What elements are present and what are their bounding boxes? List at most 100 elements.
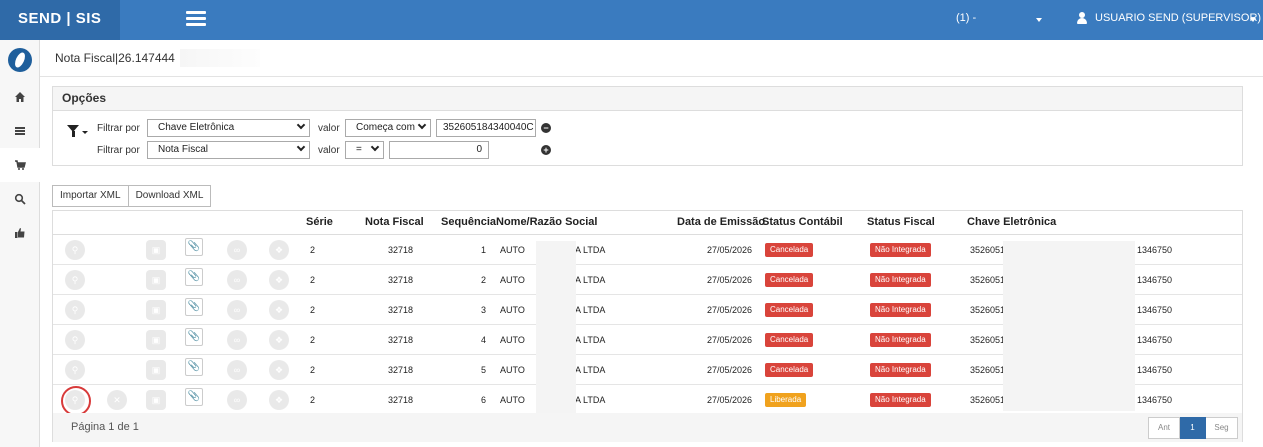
nota-cell: 32718 [387, 245, 413, 255]
serie-cell: 2 [310, 305, 316, 315]
view-details-icon[interactable]: ⚲ [65, 330, 85, 350]
attachment-icon[interactable]: 📎 [185, 388, 203, 406]
link-icon[interactable]: ∞ [227, 240, 247, 260]
chevron-down-icon [370, 142, 380, 152]
view-details-icon[interactable]: ⚲ [65, 300, 85, 320]
print-icon[interactable]: ▣ [146, 360, 166, 380]
column-header[interactable]: Nota Fiscal [365, 216, 424, 228]
link-icon[interactable]: ∞ [227, 300, 247, 320]
column-header[interactable]: Status Contábil [762, 216, 843, 228]
caret-down-icon[interactable] [1036, 18, 1042, 22]
status-fiscal-badge: Não Integrada [870, 363, 931, 377]
column-header[interactable]: Chave Eletrônica [967, 216, 1056, 228]
filter-value-input-2[interactable]: 0 [389, 141, 489, 159]
filter-icon[interactable] [67, 125, 88, 139]
highlight-circle [61, 386, 91, 416]
date-cell: 27/05/2026 [706, 365, 752, 375]
name-cell-end: A LTDA [575, 245, 606, 255]
attachment-icon[interactable]: 📎 [185, 328, 203, 346]
column-header[interactable]: Sequência [441, 216, 496, 228]
brand-logo[interactable]: SEND | SIS [0, 0, 120, 40]
status-fiscal-badge: Não Integrada [870, 273, 931, 287]
print-icon[interactable]: ▣ [146, 240, 166, 260]
serie-cell: 2 [310, 365, 316, 375]
link-icon[interactable]: ∞ [227, 360, 247, 380]
filter-value-input-1[interactable]: 352605184340040C [436, 119, 536, 137]
status-contabil-badge: Cancelada [765, 303, 814, 317]
page-info: Página 1 de 1 [71, 421, 139, 433]
serie-cell: 2 [310, 275, 316, 285]
view-details-icon[interactable]: ⚲ [65, 270, 85, 290]
chevron-down-icon [296, 120, 306, 130]
date-cell: 27/05/2026 [706, 335, 752, 345]
attachment-icon[interactable]: 📎 [185, 238, 203, 256]
column-header[interactable]: Série [306, 216, 333, 228]
view-details-icon[interactable]: ⚲ [65, 240, 85, 260]
column-header[interactable]: Data de Emissão [677, 216, 765, 228]
home-icon[interactable] [0, 80, 40, 114]
sidebar [0, 40, 40, 447]
cart-icon[interactable] [0, 148, 40, 182]
link-icon[interactable]: ∞ [227, 390, 247, 410]
sequence-cell: 5 [480, 365, 486, 375]
page-title: Nota Fiscal|26.147444 [55, 51, 175, 65]
date-cell: 27/05/2026 [706, 245, 752, 255]
serie-cell: 2 [310, 335, 316, 345]
link-icon[interactable]: ∞ [227, 330, 247, 350]
user-menu[interactable]: USUARIO SEND (SUPERVISOR) [1095, 12, 1261, 24]
attachment-icon[interactable]: 📎 [185, 358, 203, 376]
name-cell-end: A LTDA [575, 395, 606, 405]
table-header: Série Nota Fiscal Sequência Nome/Razão S… [53, 211, 1242, 235]
print-icon[interactable]: ▣ [146, 270, 166, 290]
remove-filter-icon[interactable]: − [541, 123, 551, 133]
sequence-cell: 2 [480, 275, 486, 285]
status-fiscal-badge: Não Integrada [870, 393, 931, 407]
next-page-button[interactable]: Seg [1206, 417, 1238, 439]
attachment-icon[interactable]: 📎 [185, 268, 203, 286]
link-icon[interactable]: ∞ [227, 270, 247, 290]
main-content: Nota Fiscal|26.147444 Opções Filtrar por… [40, 40, 1263, 447]
operator-select-2[interactable]: = [345, 141, 384, 159]
list-icon[interactable] [0, 114, 40, 148]
tag-icon[interactable]: ❖ [269, 300, 289, 320]
tag-icon[interactable]: ❖ [269, 390, 289, 410]
date-cell: 27/05/2026 [706, 395, 752, 405]
cancel-icon[interactable]: ✕ [107, 390, 127, 410]
column-header[interactable]: Status Fiscal [867, 216, 935, 228]
tag-icon[interactable]: ❖ [269, 240, 289, 260]
thumbs-up-icon[interactable] [0, 216, 40, 250]
print-icon[interactable]: ▣ [146, 300, 166, 320]
filter-field-select-2[interactable]: Nota Fiscal [147, 141, 310, 159]
options-title: Opções [53, 87, 1242, 111]
attachment-icon[interactable]: 📎 [185, 298, 203, 316]
operator-select-1[interactable]: Começa com [345, 119, 431, 137]
print-icon[interactable]: ▣ [146, 390, 166, 410]
top-bar: SEND | SIS (1) - USUARIO SEND (SUPERVISO… [0, 0, 1263, 40]
menu-toggle-icon[interactable] [186, 11, 206, 27]
prev-page-button[interactable]: Ant [1148, 417, 1180, 439]
view-details-icon[interactable]: ⚲ [65, 360, 85, 380]
column-header[interactable]: Nome/Razão Social [496, 216, 597, 228]
key-cell-end: 1346750 [1137, 335, 1173, 345]
add-filter-icon[interactable]: + [541, 145, 551, 155]
page-button[interactable]: 1 [1180, 417, 1206, 439]
search-icon[interactable] [0, 182, 40, 216]
tag-icon[interactable]: ❖ [269, 270, 289, 290]
date-cell: 27/05/2026 [706, 305, 752, 315]
name-cell-start: AUTO [500, 275, 525, 285]
tag-icon[interactable]: ❖ [269, 360, 289, 380]
company-selector[interactable]: (1) - [956, 12, 976, 24]
download-xml-button[interactable]: Download XML [128, 185, 212, 207]
filter-field-select-1[interactable]: Chave Eletrônica [147, 119, 310, 137]
import-xml-button[interactable]: Importar XML [52, 185, 129, 207]
print-icon[interactable]: ▣ [146, 330, 166, 350]
caret-down-icon[interactable] [1250, 18, 1256, 22]
key-cell-end: 1346750 [1137, 305, 1173, 315]
nota-cell: 32718 [387, 275, 413, 285]
name-cell-end: A LTDA [575, 305, 606, 315]
tag-icon[interactable]: ❖ [269, 330, 289, 350]
action-buttons: Importar XML Download XML [52, 185, 212, 207]
nota-cell: 32718 [387, 365, 413, 375]
name-cell-start: AUTO [500, 335, 525, 345]
sequence-cell: 6 [480, 395, 486, 405]
